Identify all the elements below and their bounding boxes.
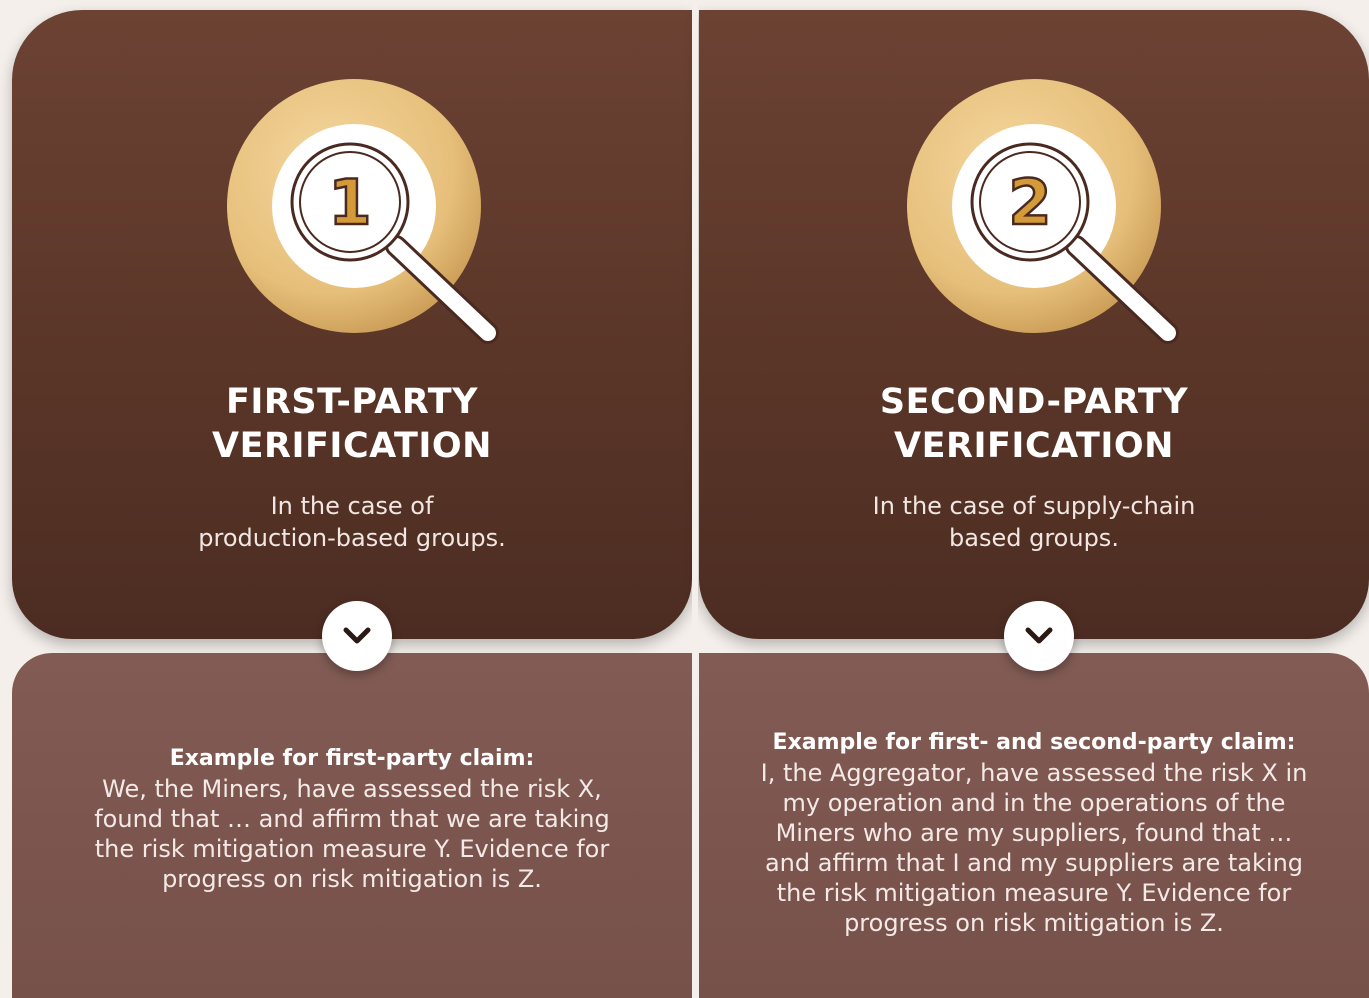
example-line: and affirm that I and my suppliers are t…	[764, 849, 1304, 877]
magnifier-badge-2: 2	[906, 78, 1179, 344]
title-line: VERIFICATION	[894, 426, 1174, 466]
title-line: FIRST-PARTY	[226, 382, 478, 422]
title-line: SECOND-PARTY	[879, 382, 1189, 422]
example-line: found that … and affirm that we are taki…	[94, 805, 610, 833]
example-heading: Example for first- and second-party clai…	[772, 730, 1296, 755]
subtitle-line: In the case of supply-chain	[872, 492, 1196, 520]
example-line: I, the Aggregator, have assessed the ris…	[760, 759, 1308, 787]
verification-infographic: 1 FIRST-PARTY VERIFICATION In the case o…	[0, 0, 1369, 998]
example-line: my operation and in the operations of th…	[782, 789, 1286, 817]
chevron-down-icon	[1025, 627, 1053, 644]
example-line: We, the Miners, have assessed the risk X…	[102, 775, 602, 803]
second-party-column: 2 SECOND-PARTY VERIFICATION In the case …	[699, 0, 1369, 998]
subtitle: In the case of production-based groups.	[12, 490, 692, 554]
magnifier-icon: 2	[907, 79, 1179, 344]
example-text: Example for first-party claim: We, the M…	[12, 744, 692, 894]
chevron-down-icon	[343, 627, 371, 644]
expand-button[interactable]	[1004, 601, 1074, 671]
title-line: VERIFICATION	[212, 426, 492, 466]
example-text: Example for first- and second-party clai…	[699, 728, 1369, 938]
subtitle-line: In the case of	[270, 492, 434, 520]
example-line: Miners who are my suppliers, found that …	[775, 819, 1293, 847]
first-party-column: 1 FIRST-PARTY VERIFICATION In the case o…	[12, 0, 692, 998]
example-line: the risk mitigation measure Y. Evidence …	[776, 879, 1292, 907]
page-title: FIRST-PARTY VERIFICATION	[12, 380, 692, 468]
example-line: progress on risk mitigation is Z.	[162, 865, 542, 893]
subtitle-line: based groups.	[949, 524, 1119, 552]
example-line: progress on risk mitigation is Z.	[844, 909, 1224, 937]
page-title: SECOND-PARTY VERIFICATION	[699, 380, 1369, 468]
subtitle-line: production-based groups.	[198, 524, 506, 552]
example-heading: Example for first-party claim:	[169, 746, 535, 771]
subtitle: In the case of supply-chain based groups…	[699, 490, 1369, 554]
magnifier-badge-1: 1	[226, 78, 499, 344]
number-label: 1	[328, 166, 371, 239]
column-divider	[692, 0, 698, 998]
expand-button[interactable]	[322, 601, 392, 671]
example-line: the risk mitigation measure Y. Evidence …	[94, 835, 610, 863]
number-label: 2	[1008, 166, 1051, 239]
magnifier-icon: 1	[227, 79, 499, 344]
